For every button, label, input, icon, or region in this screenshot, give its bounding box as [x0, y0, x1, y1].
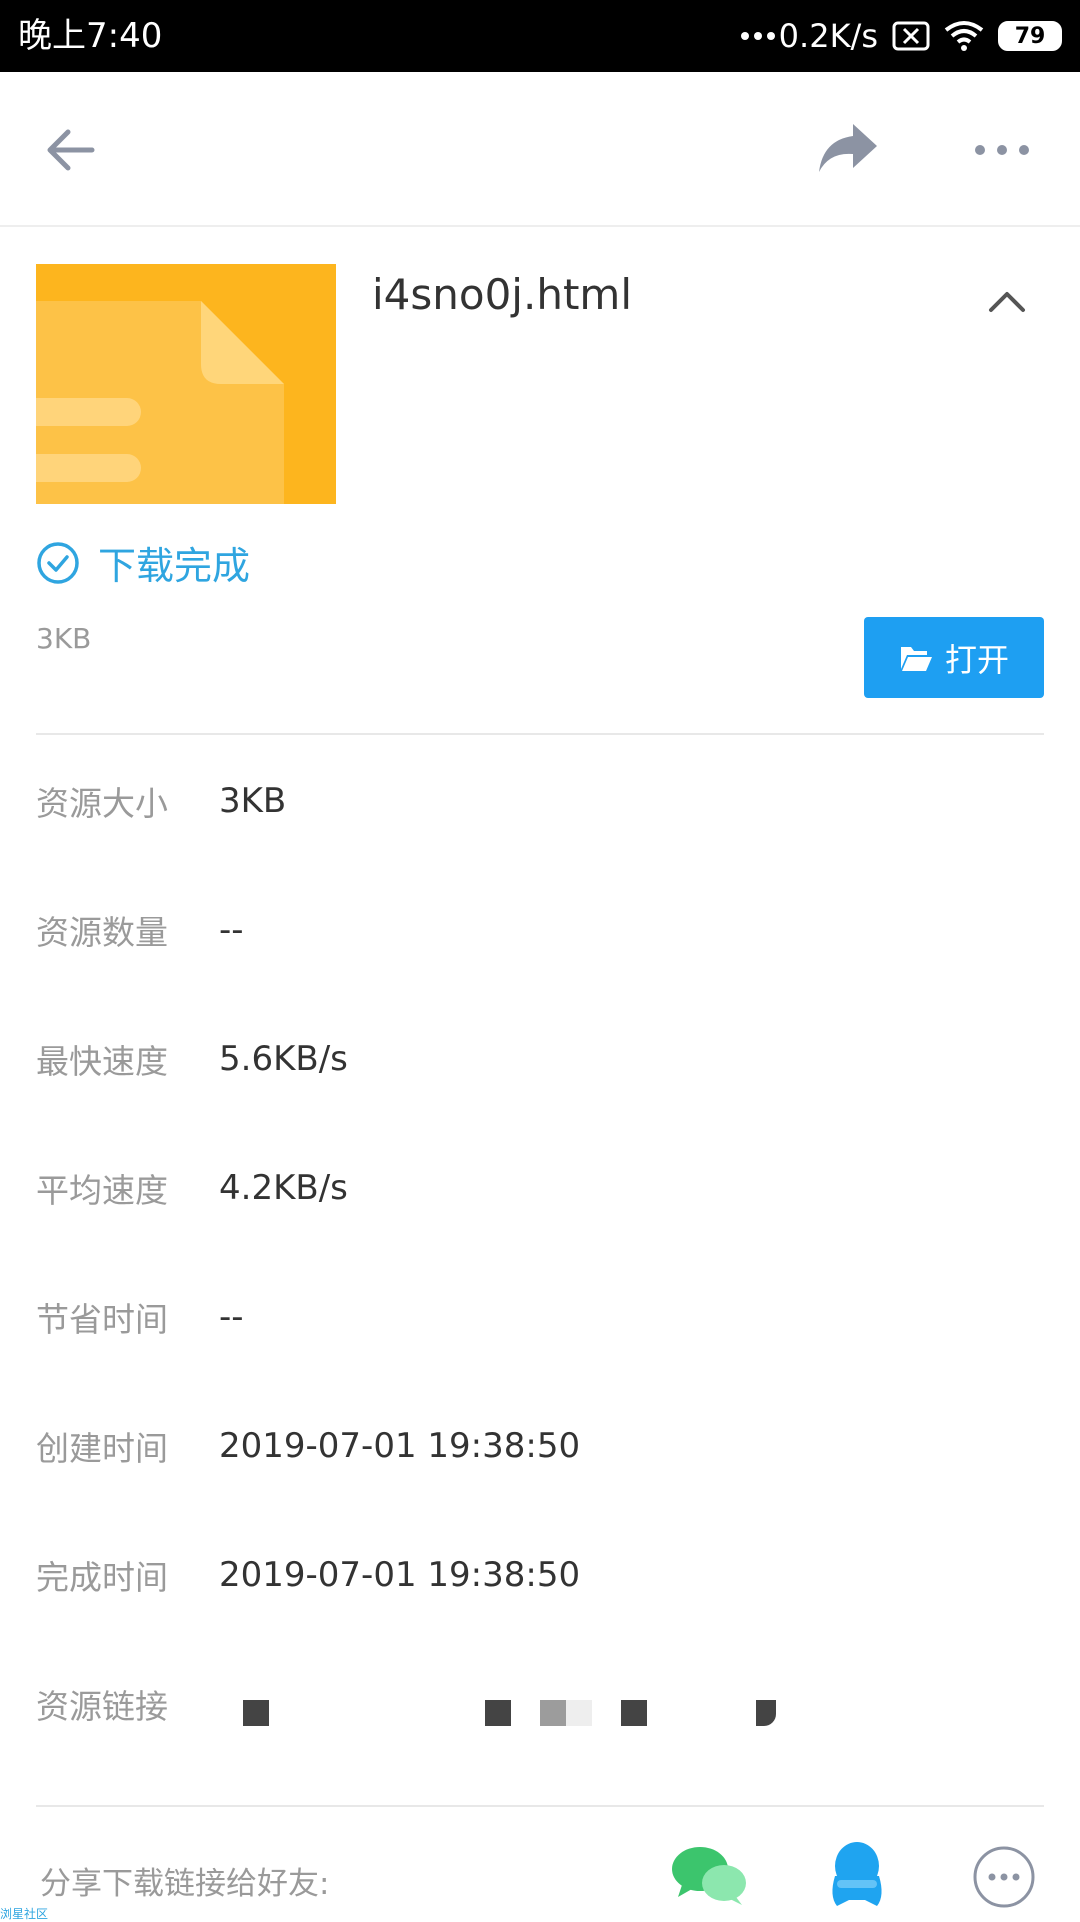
open-button-label: 打开 [944, 640, 1009, 679]
status-indicators: 0.2K/s 79 [740, 12, 1062, 60]
share-qq-button[interactable] [825, 1840, 889, 1916]
detail-value: 2019-07-01 19:38:50 [219, 1555, 581, 1595]
share-wechat-button[interactable] [670, 1845, 748, 1909]
detail-row-count: 资源数量 -- [36, 905, 244, 955]
detail-value: -- [219, 910, 244, 950]
no-sim-icon [892, 21, 930, 51]
wifi-icon [944, 21, 984, 51]
share-label: 分享下载链接给好友: [40, 1866, 330, 1902]
detail-row-size: 资源大小 3KB [36, 776, 286, 826]
app-header [0, 72, 1080, 227]
share-more-button[interactable] [972, 1845, 1036, 1913]
file-size: 3KB [36, 622, 92, 655]
detail-row-completed: 完成时间 2019-07-01 19:38:50 [36, 1550, 580, 1600]
redaction-block [485, 1700, 511, 1726]
detail-label: 资源链接 [36, 1687, 168, 1726]
detail-label: 资源数量 [36, 913, 168, 952]
status-bar: 晚上7:40 0.2K/s 79 [0, 0, 1080, 72]
detail-label: 资源大小 [36, 784, 168, 823]
watermark: 浏星社区 [0, 1907, 49, 1921]
redaction-block [756, 1700, 776, 1726]
download-status: 下载完成 [36, 535, 250, 590]
share-button[interactable] [815, 118, 885, 178]
detail-value: 2019-07-01 19:38:50 [219, 1426, 581, 1466]
redaction-block [540, 1700, 566, 1726]
divider [36, 1805, 1044, 1807]
more-dots-icon [975, 145, 1029, 155]
battery-icon: 79 [998, 21, 1062, 51]
divider [36, 733, 1044, 735]
file-thumbnail [36, 264, 336, 504]
chevron-up-icon [989, 292, 1025, 312]
signal-dots-icon [740, 32, 775, 40]
detail-row-avg-speed: 平均速度 4.2KB/s [36, 1163, 348, 1213]
battery-level: 79 [1014, 23, 1046, 49]
detail-row-created: 创建时间 2019-07-01 19:38:50 [36, 1421, 580, 1471]
document-icon [36, 301, 284, 504]
detail-row-max-speed: 最快速度 5.6KB/s [36, 1034, 348, 1084]
wechat-icon [672, 1847, 746, 1905]
file-name: i4sno0j.html [372, 270, 632, 319]
detail-label: 平均速度 [36, 1171, 168, 1210]
detail-value: 4.2KB/s [219, 1168, 348, 1208]
collapse-button[interactable] [985, 282, 1029, 322]
network-speed-text: 0.2K/s [778, 17, 878, 55]
share-arrow-icon [819, 124, 877, 172]
detail-row-link: 资源链接 [36, 1679, 219, 1729]
check-circle-icon [37, 541, 79, 584]
detail-label: 最快速度 [36, 1042, 168, 1081]
detail-row-saved-time: 节省时间 -- [36, 1292, 244, 1342]
redaction-block [621, 1700, 647, 1726]
arrow-left-icon [47, 129, 95, 171]
detail-value: 5.6KB/s [219, 1039, 348, 1079]
more-button[interactable] [970, 120, 1040, 180]
download-status-text: 下载完成 [98, 544, 251, 588]
qq-icon [832, 1842, 882, 1906]
detail-label: 创建时间 [36, 1429, 168, 1468]
detail-value: -- [219, 1297, 244, 1337]
more-circle-icon [973, 1846, 1035, 1908]
folder-open-icon [900, 646, 932, 671]
redaction-block [243, 1700, 269, 1726]
network-speed: 0.2K/s [740, 17, 878, 55]
redaction-block [566, 1700, 592, 1726]
detail-label: 完成时间 [36, 1558, 168, 1597]
back-button[interactable] [40, 120, 110, 180]
detail-value: 3KB [219, 781, 287, 821]
detail-label: 节省时间 [36, 1300, 168, 1339]
status-time: 晚上7:40 [18, 16, 163, 56]
open-button[interactable]: 打开 [864, 617, 1044, 698]
